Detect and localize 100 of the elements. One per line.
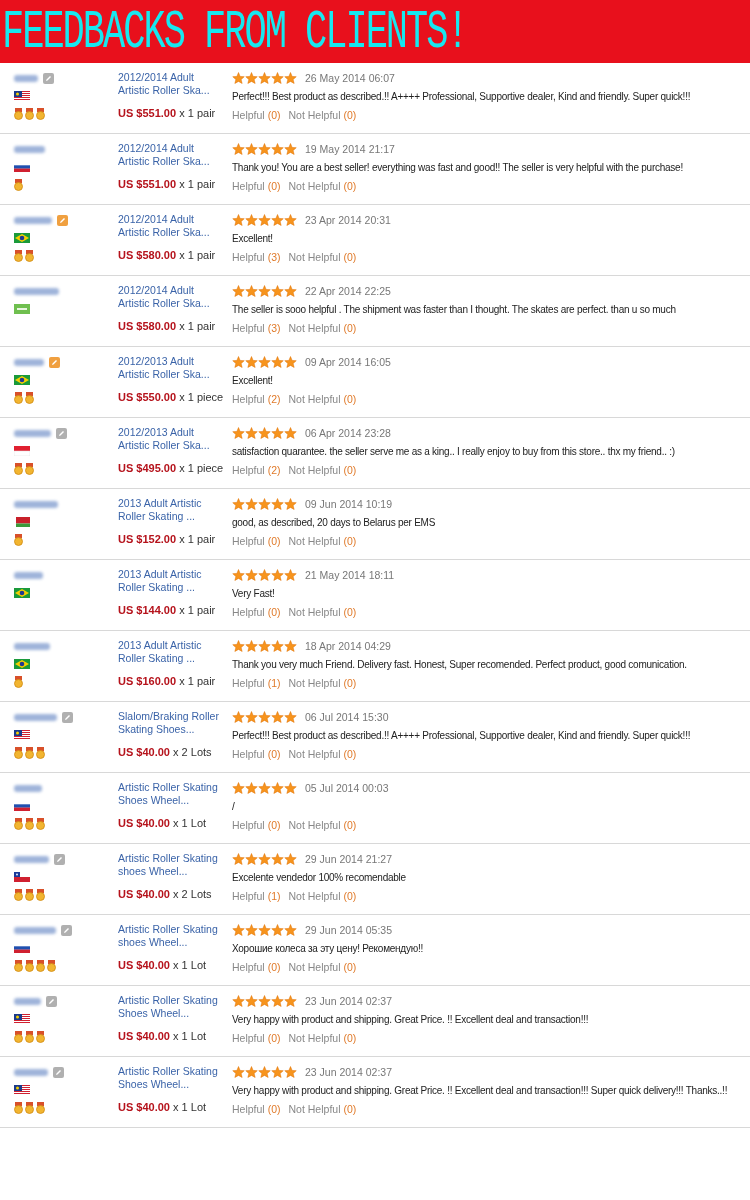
not-helpful-link[interactable]: Not Helpful (0) [288,890,357,902]
not-helpful-link[interactable]: Not Helpful (0) [288,961,357,973]
star-icon [258,782,271,794]
star-icon [271,143,284,155]
blurred-name [14,784,42,792]
helpful-link[interactable]: Helpful (0) [232,819,281,831]
medal-icon [36,747,45,759]
product-link[interactable]: Artistic Roller Skating shoes Wheel... [118,923,226,949]
star-icon [232,924,245,936]
flag-icon [14,446,30,456]
star-icon [232,711,245,723]
product-link[interactable]: 2013 Adult Artistic Roller Skating ... [118,497,226,523]
star-icon [232,356,245,368]
medal-icon [25,1102,34,1114]
flag-icon [14,233,30,243]
helpful-link[interactable]: Helpful (2) [232,464,281,476]
helpful-link[interactable]: Helpful (3) [232,322,281,334]
blurred-name [14,500,58,508]
medal-icon [14,747,23,759]
blurred-name [14,926,56,934]
helpful-link[interactable]: Helpful (2) [232,393,281,405]
star-icon [245,143,258,155]
medal-icon [36,960,45,972]
helpful-link[interactable]: Helpful (0) [232,1103,281,1115]
helpful-link[interactable]: Helpful (0) [232,961,281,973]
helpful-link[interactable]: Helpful (1) [232,890,281,902]
star-icon [245,356,258,368]
product-link[interactable]: Artistic Roller Skating shoes Wheel... [118,852,226,878]
helpful-link[interactable]: Helpful (0) [232,606,281,618]
review-date: 21 May 2014 18:11 [305,569,395,581]
flag-icon [14,588,30,598]
flag-icon [14,517,30,527]
helpful-link[interactable]: Helpful (0) [232,109,281,121]
order-price: US $551.00 x 1 pair [118,178,217,191]
medal-icon [14,1102,23,1114]
not-helpful-link[interactable]: Not Helpful (0) [288,464,357,476]
not-helpful-link[interactable]: Not Helpful (0) [288,251,357,263]
star-icon [258,143,271,155]
product-link[interactable]: 2012/2014 Adult Artistic Roller Ska... [118,142,226,168]
star-icon [271,640,284,652]
star-icon [271,569,284,581]
not-helpful-link[interactable]: Not Helpful (0) [288,180,357,192]
not-helpful-link[interactable]: Not Helpful (0) [288,1032,357,1044]
helpful-link[interactable]: Helpful (0) [232,748,281,760]
star-icon [258,1066,271,1078]
medal-icon [14,179,23,191]
helpful-link[interactable]: Helpful (0) [232,180,281,192]
review-comment: Very happy with product and shipping. Great Price. !! Excellent deal and transaction!!! [232,1013,590,1026]
flag-icon [14,1014,30,1024]
product-link[interactable]: Artistic Roller Skating Shoes Wheel... [118,1065,226,1091]
star-icon [284,924,297,936]
not-helpful-link[interactable]: Not Helpful (0) [288,748,357,760]
medal-icon [14,392,23,404]
helpful-link[interactable]: Helpful (0) [232,1032,281,1044]
medal-icon [14,818,23,830]
not-helpful-link[interactable]: Not Helpful (0) [288,535,357,547]
not-helpful-link[interactable]: Not Helpful (0) [288,109,357,121]
order-price: US $495.00 x 1 piece [118,462,225,475]
star-icon [284,1066,297,1078]
flag-icon [14,659,30,669]
not-helpful-link[interactable]: Not Helpful (0) [288,819,357,831]
order-price: US $40.00 x 1 Lot [118,817,208,830]
star-icon [258,569,271,581]
medal-icon [36,1031,45,1043]
product-link[interactable]: Artistic Roller Skating Shoes Wheel... [118,994,226,1020]
medal-icon [25,747,34,759]
star-icon [271,711,284,723]
star-icon [258,285,271,297]
medal-icon [25,1031,34,1043]
medal-icon [36,108,45,120]
medal-icon [36,1102,45,1114]
star-icon [284,356,297,368]
product-link[interactable]: 2012/2014 Adult Artistic Roller Ska... [118,284,226,310]
star-icon [232,640,245,652]
not-helpful-link[interactable]: Not Helpful (0) [288,677,357,689]
product-link[interactable]: 2012/2014 Adult Artistic Roller Ska... [118,213,226,239]
review-date: 23 Jun 2014 02:37 [305,995,392,1007]
medal-icon [14,676,23,688]
not-helpful-link[interactable]: Not Helpful (0) [288,606,357,618]
product-link[interactable]: 2012/2014 Adult Artistic Roller Ska... [118,71,226,97]
star-icon [245,214,258,226]
product-link[interactable]: 2012/2013 Adult Artistic Roller Ska... [118,355,226,381]
not-helpful-link[interactable]: Not Helpful (0) [288,322,357,334]
medal-icon [47,960,56,972]
helpful-link[interactable]: Helpful (3) [232,251,281,263]
star-icon [271,924,284,936]
not-helpful-link[interactable]: Not Helpful (0) [288,393,357,405]
not-helpful-link[interactable]: Not Helpful (0) [288,1103,357,1115]
flag-icon [14,943,30,953]
star-icon [232,995,245,1007]
helpful-link[interactable]: Helpful (1) [232,677,281,689]
review-comment: Very Fast! [232,587,276,600]
product-link[interactable]: Slalom/Braking Roller Skating Shoes... [118,710,226,736]
product-link[interactable]: 2012/2013 Adult Artistic Roller Ska... [118,426,226,452]
product-link[interactable]: 2013 Adult Artistic Roller Skating ... [118,639,226,665]
product-link[interactable]: 2013 Adult Artistic Roller Skating ... [118,568,226,594]
medal-icon [14,960,23,972]
helpful-link[interactable]: Helpful (0) [232,535,281,547]
review-comment: Хорошие колеса за эту цену! Рекомендую!! [232,942,424,955]
product-link[interactable]: Artistic Roller Skating Shoes Wheel... [118,781,226,807]
